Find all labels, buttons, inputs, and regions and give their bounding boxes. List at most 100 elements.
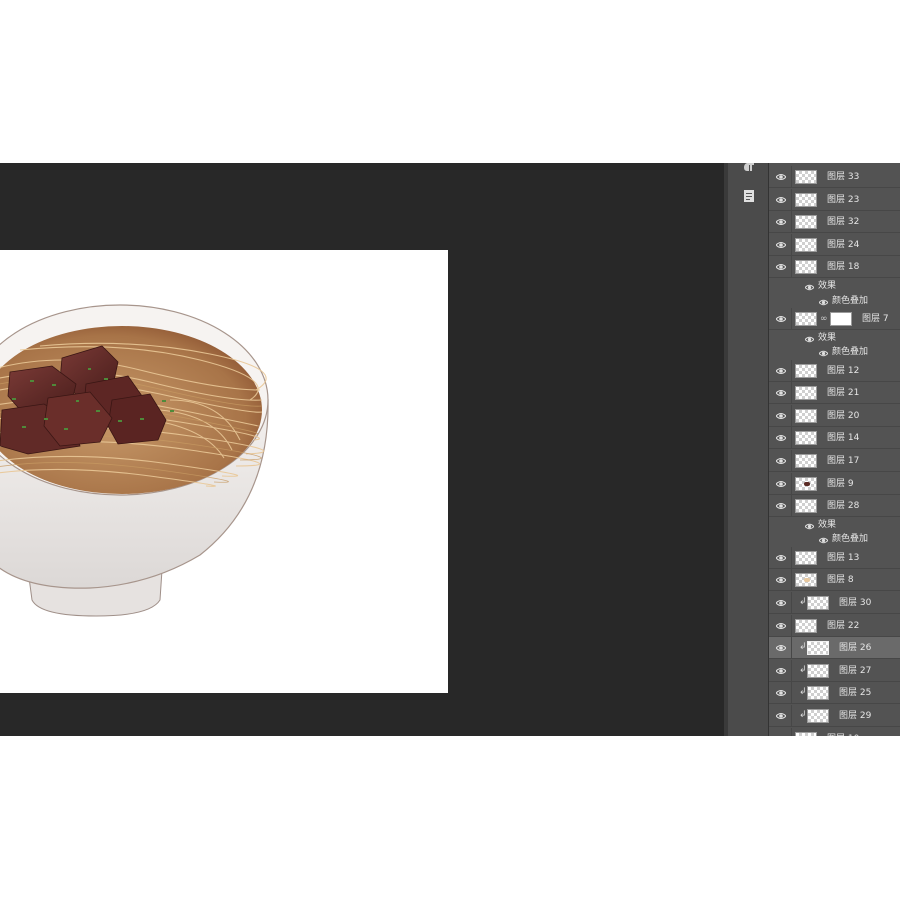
layer-thumbnail[interactable] xyxy=(795,550,817,565)
eye-icon[interactable] xyxy=(775,262,787,272)
layer-row[interactable]: 图层 12 xyxy=(769,359,900,382)
layer-effect-row[interactable]: 颜色叠加 xyxy=(769,532,900,547)
layer-row[interactable]: 图层 8 xyxy=(769,569,900,592)
layer-row[interactable]: 图层 14 xyxy=(769,427,900,450)
layer-thumbnail[interactable] xyxy=(795,192,817,207)
eye-icon[interactable] xyxy=(775,553,787,563)
layer-effect-row[interactable]: 颜色叠加 xyxy=(769,294,900,309)
eye-icon[interactable] xyxy=(775,240,787,250)
layer-thumbnail[interactable] xyxy=(795,499,817,514)
layer-thumbnail[interactable] xyxy=(795,731,817,736)
layer-thumbnail[interactable] xyxy=(795,573,817,588)
layer-thumbnail[interactable] xyxy=(795,215,817,230)
layer-thumbnail[interactable] xyxy=(807,596,829,610)
layer-thumbnail[interactable] xyxy=(795,363,817,378)
layer-thumbnail[interactable] xyxy=(795,170,817,184)
eye-icon[interactable] xyxy=(776,734,786,736)
layer-name: 图层 29 xyxy=(839,711,872,721)
layer-effect-row[interactable]: 颜色叠加 xyxy=(769,345,900,360)
layer-thumbnail[interactable] xyxy=(795,431,817,446)
eye-icon[interactable] xyxy=(775,688,787,698)
layer-row[interactable]: 图层 9 xyxy=(769,472,900,495)
layer-row[interactable]: ↲ 图层 29 xyxy=(769,705,900,727)
canvas-area[interactable] xyxy=(0,163,724,736)
eye-icon[interactable] xyxy=(775,195,787,205)
visibility-column-divider xyxy=(791,472,792,495)
eye-icon[interactable] xyxy=(775,314,787,324)
layer-effect-row[interactable]: 效果 xyxy=(769,331,900,346)
eye-icon[interactable] xyxy=(775,411,787,421)
eye-icon[interactable] xyxy=(818,298,829,306)
layer-mask-thumbnail[interactable] xyxy=(830,312,852,326)
eye-icon[interactable] xyxy=(804,283,815,291)
layer-row[interactable]: ↲ 图层 27 xyxy=(769,659,900,682)
layer-thumbnail[interactable] xyxy=(807,709,829,723)
eye-icon[interactable] xyxy=(775,598,787,608)
layer-name: 图层 20 xyxy=(827,410,860,421)
eye-icon[interactable] xyxy=(775,366,787,376)
visibility-column-divider xyxy=(791,495,792,518)
layer-row[interactable]: 图层 32 xyxy=(769,211,900,234)
layer-effect-row[interactable]: 效果 xyxy=(769,518,900,533)
layer-name: 图层 13 xyxy=(827,552,860,563)
layer-row[interactable]: ↲ 图层 25 xyxy=(769,682,900,705)
eye-icon[interactable] xyxy=(775,172,787,182)
layer-name: 图层 8 xyxy=(827,575,854,586)
layer-name: 图层 14 xyxy=(827,433,860,444)
eye-icon[interactable] xyxy=(775,479,787,489)
layer-row[interactable]: ↲ 图层 30 xyxy=(769,592,900,614)
layer-row[interactable]: 图层 21 xyxy=(769,382,900,405)
layer-row[interactable]: 图层 18 xyxy=(769,256,900,279)
visibility-column-divider xyxy=(791,727,792,736)
eye-icon[interactable] xyxy=(818,536,829,544)
eye-icon[interactable] xyxy=(775,433,787,443)
eye-icon[interactable] xyxy=(775,621,787,631)
layer-thumbnail[interactable] xyxy=(795,312,817,326)
layer-name: 图层 22 xyxy=(827,620,860,631)
layer-thumbnail[interactable] xyxy=(795,386,817,401)
layer-thumbnail[interactable] xyxy=(795,237,817,252)
layer-thumbnail[interactable] xyxy=(795,618,817,633)
layer-effect-row[interactable]: 效果 xyxy=(769,279,900,294)
eye-icon[interactable] xyxy=(775,501,787,511)
eye-icon[interactable] xyxy=(775,711,787,721)
eye-icon[interactable] xyxy=(775,643,787,653)
layer-thumbnail[interactable] xyxy=(795,454,817,468)
layer-name: 图层 30 xyxy=(839,598,872,608)
eye-icon[interactable] xyxy=(775,666,787,676)
eye-icon[interactable] xyxy=(804,335,815,343)
layer-row[interactable]: 图层 23 xyxy=(769,188,900,211)
eye-icon[interactable] xyxy=(775,388,787,398)
clipping-mask-icon: ↲ xyxy=(799,664,807,675)
layer-row[interactable]: 图层 24 xyxy=(769,233,900,256)
layer-row[interactable]: 图层 10 xyxy=(769,727,900,736)
layer-thumbnail[interactable] xyxy=(807,663,829,678)
visibility-column-divider xyxy=(791,404,792,427)
link-icon[interactable]: ∞ xyxy=(820,313,828,325)
layer-row[interactable]: 图层 33 xyxy=(769,166,900,188)
layer-row[interactable]: 图层 22 xyxy=(769,614,900,637)
layer-thumbnail[interactable] xyxy=(807,686,829,701)
visibility-column-divider xyxy=(791,427,792,450)
layer-thumbnail[interactable] xyxy=(795,260,817,275)
layer-name: 图层 18 xyxy=(827,262,860,273)
layer-row[interactable]: 图层 17 xyxy=(769,450,900,472)
visibility-column-divider xyxy=(791,637,792,660)
eye-icon[interactable] xyxy=(775,575,787,585)
eye-icon[interactable] xyxy=(775,456,787,466)
notes-icon[interactable] xyxy=(743,189,755,203)
eye-icon[interactable] xyxy=(804,522,815,530)
paragraph-icon[interactable] xyxy=(743,163,755,177)
layer-thumbnail[interactable] xyxy=(795,408,817,423)
layer-thumbnail[interactable] xyxy=(807,641,829,656)
layer-row[interactable]: ∞ 图层 7 xyxy=(769,308,900,330)
layer-thumbnail[interactable] xyxy=(795,476,817,491)
eye-icon[interactable] xyxy=(818,349,829,357)
layer-row[interactable]: 图层 13 xyxy=(769,546,900,569)
layer-row[interactable]: ↲ 图层 26 xyxy=(769,637,900,660)
layer-name: 图层 9 xyxy=(827,478,854,489)
layer-row[interactable]: 图层 20 xyxy=(769,404,900,427)
document-canvas[interactable] xyxy=(0,250,448,693)
eye-icon[interactable] xyxy=(775,217,787,227)
layer-row[interactable]: 图层 28 xyxy=(769,495,900,518)
